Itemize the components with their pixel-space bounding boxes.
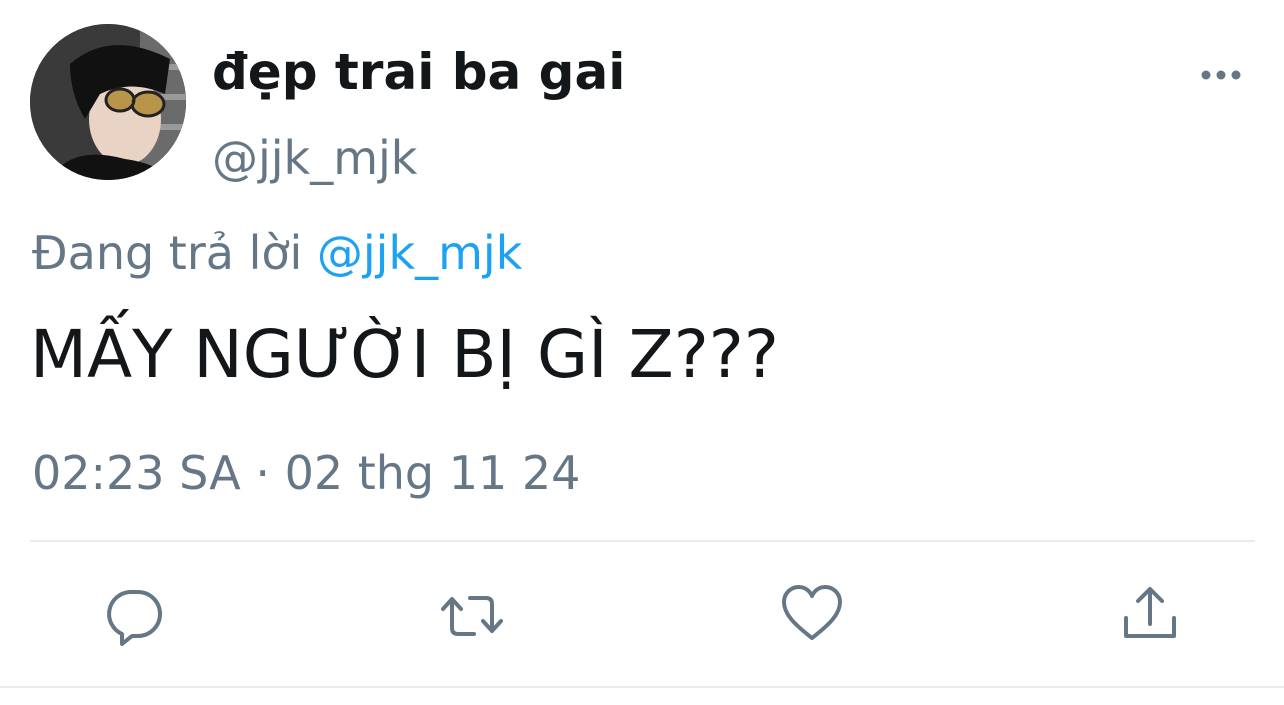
share-button[interactable] [1118,582,1182,646]
retweet-button[interactable] [440,582,504,646]
retweet-icon [441,596,503,636]
reply-button[interactable] [102,582,166,646]
more-options-button[interactable] [1196,60,1246,90]
tweet-text: MẤY NGƯỜI BỊ GÌ Z??? [30,316,779,393]
replying-to-label: Đang trả lời [32,226,317,280]
like-button[interactable] [780,582,844,646]
avatar[interactable] [30,24,186,180]
reply-icon [107,590,162,646]
more-options-icon [1201,70,1241,80]
share-icon [1124,587,1176,638]
heart-icon [782,585,842,640]
tweet-timestamp[interactable]: 02:23 SA · 02 thg 11 24 [32,444,580,502]
user-handle[interactable]: @jjk_mjk [212,130,417,186]
replying-to-mention-link[interactable]: @jjk_mjk [317,226,522,280]
bottom-divider [0,686,1284,688]
replying-to: Đang trả lời @jjk_mjk [32,224,522,282]
display-name[interactable]: đẹp trai ba gai [212,42,625,102]
divider [30,540,1255,542]
